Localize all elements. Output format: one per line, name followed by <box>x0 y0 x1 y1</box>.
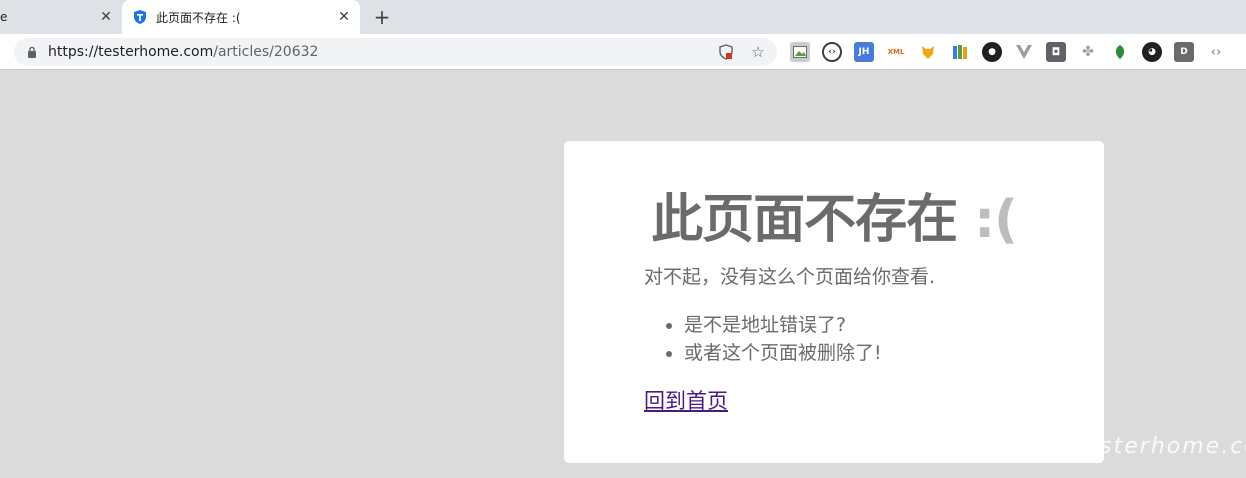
cat-icon[interactable]: ● <box>982 42 1002 62</box>
d-icon[interactable]: D <box>1174 42 1194 62</box>
close-icon[interactable]: ✕ <box>336 9 352 25</box>
code-circle-icon[interactable]: ‹› <box>822 42 842 62</box>
testerhome-favicon-icon <box>134 10 146 24</box>
back-to-home-link[interactable]: 回到首页 <box>644 385 728 415</box>
browser-toolbar: https://testerhome.com/articles/20632 ☆ … <box>0 34 1246 70</box>
page-title: 此页面不存在 :( <box>564 177 1104 252</box>
close-icon[interactable]: ✕ <box>98 9 114 25</box>
lock-icon[interactable] <box>26 46 38 58</box>
extensions-bar: ‹› JH XML ● ◘ ✤ ◕ D ‹› <box>790 42 1226 62</box>
books-icon[interactable] <box>950 42 970 62</box>
tab-background[interactable]: e ✕ <box>0 0 122 34</box>
angle-brackets-icon[interactable]: ‹› <box>1206 42 1226 62</box>
tab-title: 此页面不存在 :( <box>156 10 241 25</box>
url-text: https://testerhome.com/articles/20632 <box>48 44 318 60</box>
url-host: https://testerhome.com <box>48 44 214 60</box>
camera-icon[interactable]: ◘ <box>1046 42 1066 62</box>
image-icon[interactable] <box>790 42 810 62</box>
fox-icon[interactable] <box>918 42 938 62</box>
tab-active[interactable]: 此页面不存在 :( ✕ <box>122 0 360 34</box>
leaf-icon[interactable] <box>1110 42 1130 62</box>
jh-icon[interactable]: JH <box>854 42 874 62</box>
address-bar[interactable]: https://testerhome.com/articles/20632 ☆ <box>14 38 777 66</box>
page-title-text: 此页面不存在 <box>651 190 958 250</box>
sorry-message: 对不起，没有这么个页面给你查看. <box>644 266 936 288</box>
watermark-text: testerhome.com <box>1074 434 1246 459</box>
reasons-list: 是不是地址错误了? 或者这个页面被删除了! <box>684 311 882 367</box>
xml-icon[interactable]: XML <box>886 42 906 62</box>
tab-strip: e ✕ 此页面不存在 :( ✕ + <box>0 0 1246 34</box>
vue-icon[interactable] <box>1014 42 1034 62</box>
list-item: 或者这个页面被删除了! <box>684 339 882 367</box>
omnibox-actions: ☆ <box>717 42 767 62</box>
github-icon[interactable]: ◕ <box>1142 42 1162 62</box>
star-bookmark-icon[interactable]: ☆ <box>749 42 767 62</box>
list-item: 是不是地址错误了? <box>684 311 882 339</box>
puzzle-icon[interactable]: ✤ <box>1078 42 1098 62</box>
new-tab-button[interactable]: + <box>372 7 392 27</box>
url-path: /articles/20632 <box>213 44 319 60</box>
sad-face-text: :( <box>974 190 1018 250</box>
not-found-card: 此页面不存在 :( 对不起，没有这么个页面给你查看. 是不是地址错误了? 或者这… <box>564 141 1104 463</box>
tab-title: e <box>0 10 8 24</box>
site-blocked-icon[interactable] <box>717 42 735 62</box>
